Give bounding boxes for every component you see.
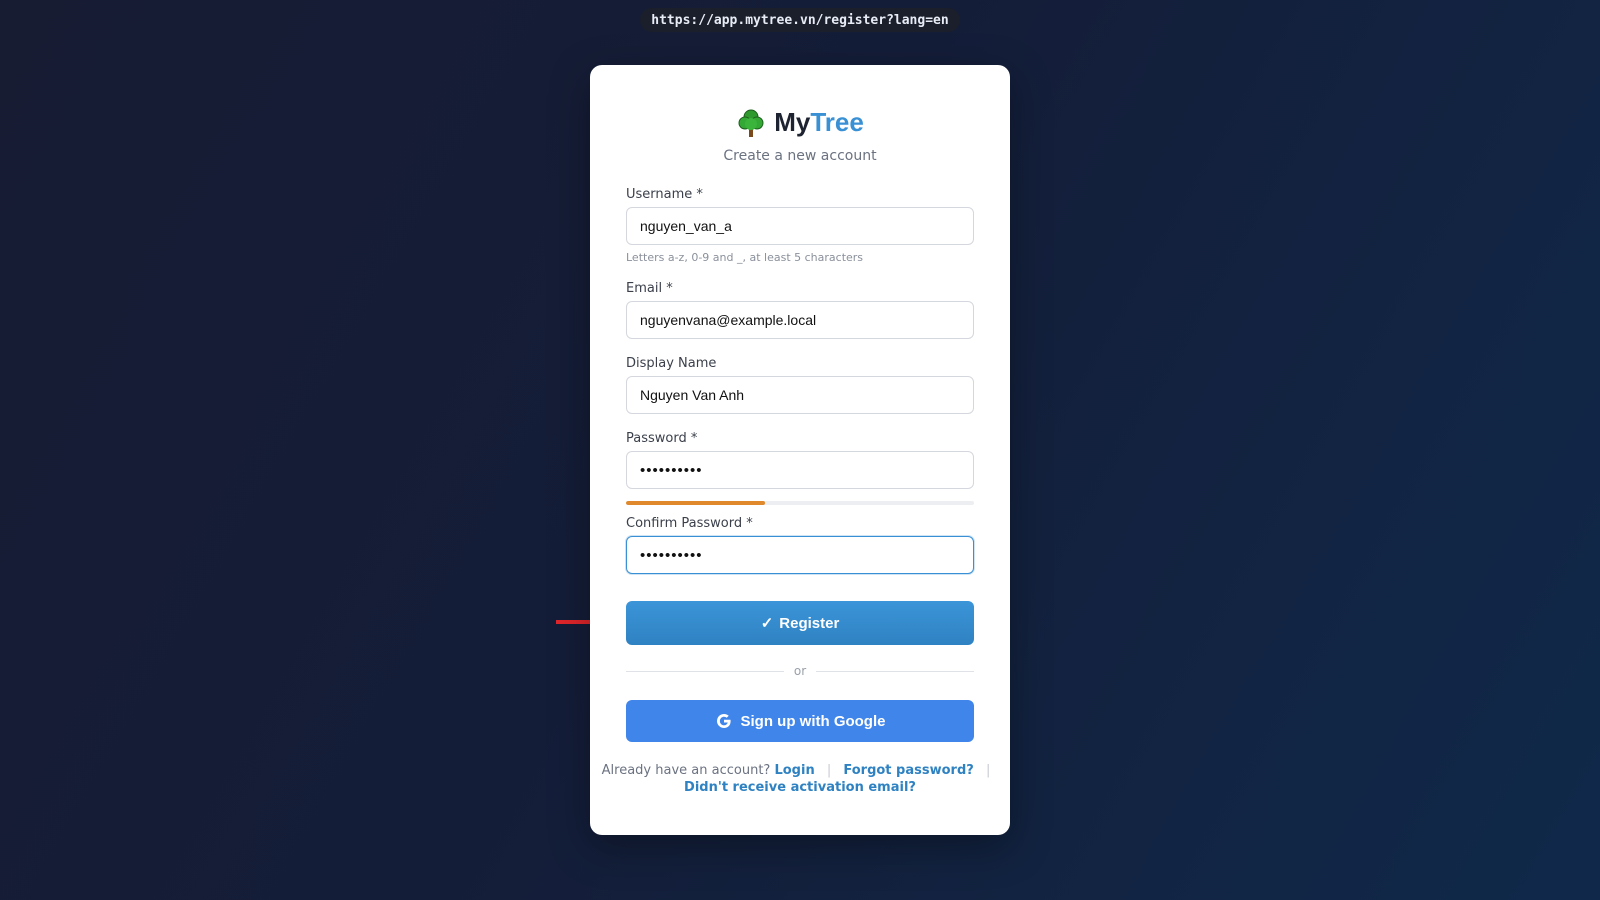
url-text: https://app.mytree.vn/register?lang=en — [651, 12, 949, 28]
page-subtitle: Create a new account — [723, 148, 877, 164]
username-hint: Letters a-z, 0-9 and _, at least 5 chara… — [626, 251, 864, 264]
divider-text: or — [793, 664, 807, 678]
auth-links: Already have an account? Login | Forgot … — [590, 762, 1010, 796]
register-button[interactable]: ✓ Register — [626, 601, 974, 645]
resend-activation-link[interactable]: Didn't receive activation email? — [684, 780, 916, 795]
link-separator: | — [985, 763, 991, 778]
tree-icon — [738, 109, 764, 137]
brand-name: MyTree — [774, 107, 864, 138]
google-g-icon — [716, 714, 731, 728]
google-signup-button[interactable]: Sign up with Google — [626, 700, 974, 742]
register-card: MyTree Create a new account Username * L… — [590, 65, 1010, 835]
google-button-label: Sign up with Google — [740, 712, 886, 730]
username-input[interactable] — [626, 207, 974, 245]
link-separator: | — [826, 763, 832, 778]
brand: MyTree — [590, 107, 1010, 138]
brand-name-tree: Tree — [810, 107, 864, 137]
password-strength-fill — [626, 501, 766, 505]
already-account-text: Already have an account? — [601, 763, 771, 778]
username-label: Username * — [626, 187, 703, 202]
display-name-label: Display Name — [626, 356, 717, 371]
login-link[interactable]: Login — [774, 763, 814, 778]
email-label: Email * — [626, 281, 673, 296]
brand-name-my: My — [774, 107, 811, 137]
email-input[interactable] — [626, 301, 974, 339]
divider-line-right — [816, 670, 974, 672]
confirm-password-input[interactable] — [626, 536, 974, 574]
check-icon: ✓ — [760, 615, 774, 632]
password-strength-bar — [626, 501, 974, 505]
confirm-password-label: Confirm Password * — [626, 516, 753, 531]
divider-line-left — [626, 670, 784, 672]
or-divider: or — [626, 663, 974, 679]
forgot-password-link[interactable]: Forgot password? — [843, 763, 973, 778]
register-button-label: Register — [779, 614, 840, 632]
password-label: Password * — [626, 431, 698, 446]
password-input[interactable] — [626, 451, 974, 489]
address-bar[interactable]: https://app.mytree.vn/register?lang=en — [640, 8, 960, 32]
display-name-input[interactable] — [626, 376, 974, 414]
